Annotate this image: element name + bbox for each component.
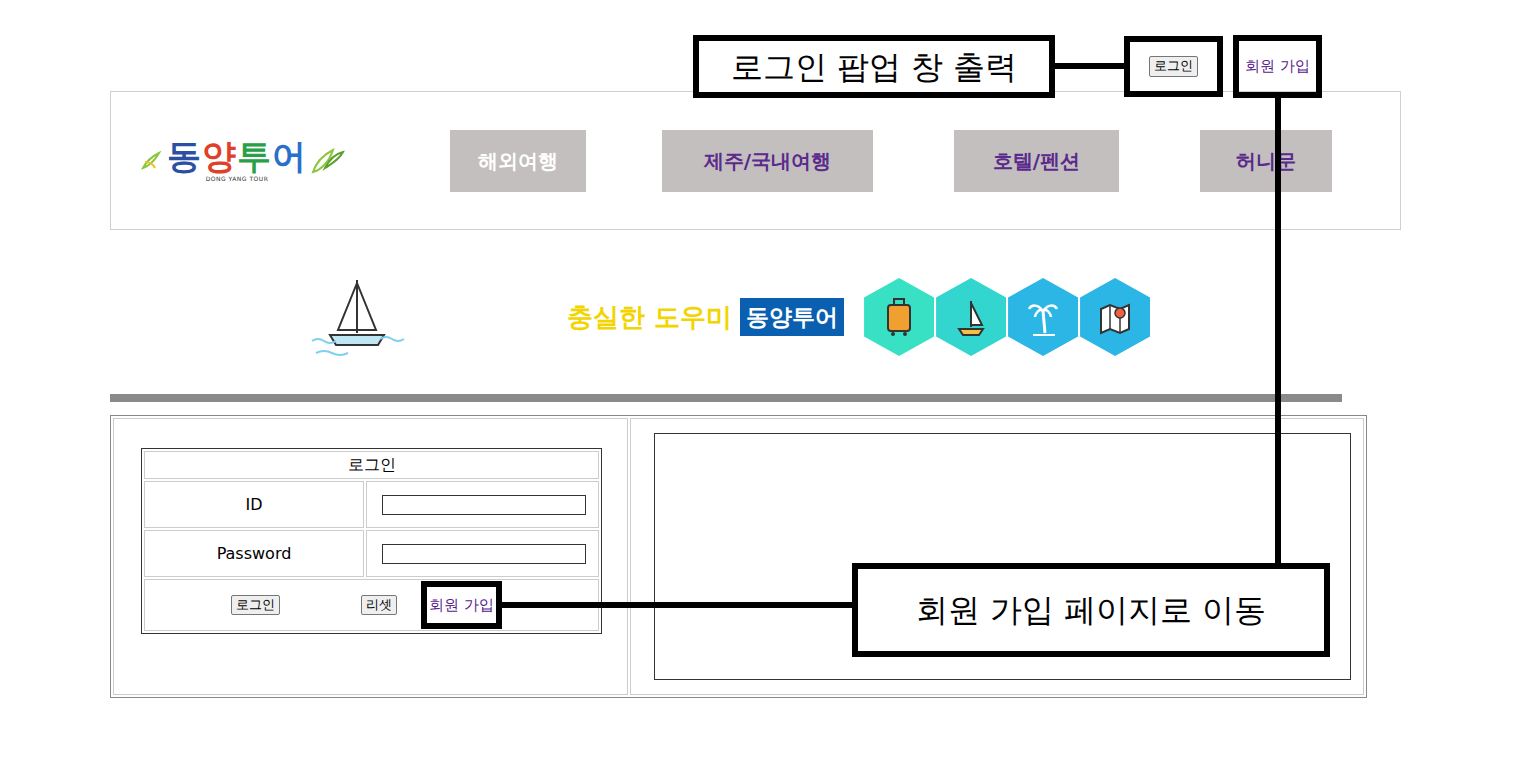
banner: 충실한 도우미 동양투어 — [110, 230, 1401, 394]
connector-line — [1275, 98, 1281, 563]
logo-letter: 양 — [202, 136, 237, 176]
nav-button[interactable]: 허니문 — [1200, 130, 1332, 192]
login-form: 로그인 IDPassword로그인리셋회원 가입 — [141, 448, 602, 634]
map-icon — [1080, 278, 1150, 356]
connector-line — [502, 602, 852, 608]
signup-link[interactable]: 회원 가입 — [429, 594, 494, 617]
annotation-callout: 로그인 팝업 창 출력 — [693, 35, 1055, 98]
login-title: 로그인 — [144, 451, 599, 479]
text-input[interactable] — [382, 495, 586, 515]
feature-icons — [864, 278, 1150, 356]
field-cell — [366, 530, 599, 577]
slogan: 충실한 도우미 — [567, 298, 732, 337]
logo-subtitle: DONG YANG TOUR — [206, 175, 269, 182]
brand-badge: 동양투어 — [740, 298, 844, 337]
form-actions: 로그인 리셋 회원 가입 — [146, 594, 597, 617]
nav-button[interactable]: 호텔/펜션 — [954, 130, 1119, 192]
logo-letter: 동 — [167, 136, 202, 176]
logo-text: 동양투어 — [167, 139, 307, 175]
top-links: 로그인 회원 가입 — [110, 0, 1401, 91]
field-label: ID — [144, 481, 364, 528]
content-table: 로그인 IDPassword로그인리셋회원 가입 — [110, 415, 1367, 698]
nav-button[interactable]: 제주/국내여행 — [662, 130, 873, 192]
logo[interactable]: 동양투어 DONG YANG TOUR — [141, 139, 371, 182]
nav-button[interactable]: 해외여행 — [450, 130, 586, 192]
annotation-layer: 로그인 팝업 창 출력회원 가입 페이지로 이동 — [0, 0, 1530, 778]
connector-line — [1055, 63, 1124, 69]
login-button[interactable]: 로그인 — [231, 595, 280, 616]
button-row: 로그인 리셋 회원 가입 — [144, 579, 599, 631]
reset-button[interactable]: 리셋 — [361, 595, 397, 616]
leaf-icon — [311, 146, 345, 176]
annotation-callout: 회원 가입 페이지로 이동 — [852, 563, 1330, 657]
button-cell: 로그인 리셋 회원 가입 — [144, 579, 599, 631]
text-input[interactable] — [382, 544, 586, 564]
sailboat-icon — [936, 278, 1006, 356]
sailboat-icon — [310, 275, 405, 360]
form-row: Password — [144, 530, 599, 577]
site-header: 동양투어 DONG YANG TOUR 해외여행 제주/국내여행 호텔/펜션 허니문 — [110, 91, 1401, 230]
form-row: ID — [144, 481, 599, 528]
field-cell — [366, 481, 599, 528]
content-cell — [630, 418, 1364, 695]
logo-letter: 어 — [272, 136, 307, 176]
login-popup-button[interactable]: 로그인 — [1149, 56, 1198, 77]
suitcase-icon — [864, 278, 934, 356]
highlight-box — [1233, 35, 1322, 98]
page: 로그인 회원 가입 동양투어 DONG YANG TOUR 해외여행 제주/국내여… — [110, 0, 1401, 402]
leaf-icon — [141, 150, 163, 172]
highlight-box — [1124, 36, 1223, 97]
divider-bar — [110, 394, 1342, 402]
main-nav: 해외여행 제주/국내여행 호텔/펜션 허니문 — [371, 130, 1332, 192]
palm-tree-icon — [1008, 278, 1078, 356]
content-box — [654, 433, 1351, 680]
highlight-box — [421, 581, 502, 630]
login-cell: 로그인 IDPassword로그인리셋회원 가입 — [113, 418, 628, 695]
signup-link[interactable]: 회원 가입 — [1245, 55, 1310, 78]
field-label: Password — [144, 530, 364, 577]
logo-letter: 투 — [237, 136, 272, 176]
